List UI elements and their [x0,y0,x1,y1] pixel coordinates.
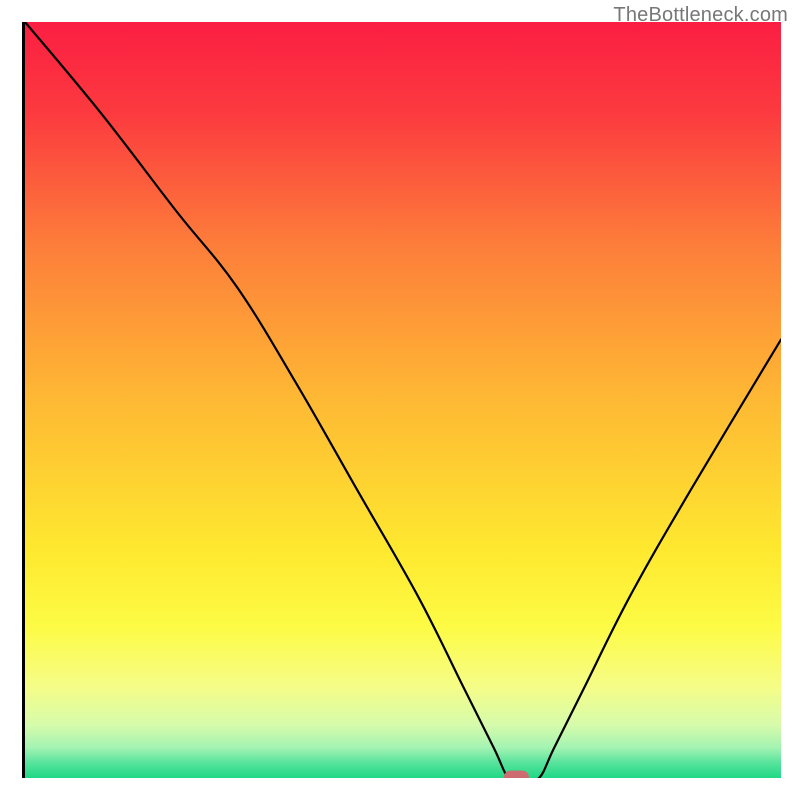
watermark-text: TheBottleneck.com [613,4,788,27]
chart-axes [22,22,778,778]
chart-marker-pill [504,771,529,778]
chart-background-gradient [25,22,781,778]
bottleneck-chart [25,22,781,778]
